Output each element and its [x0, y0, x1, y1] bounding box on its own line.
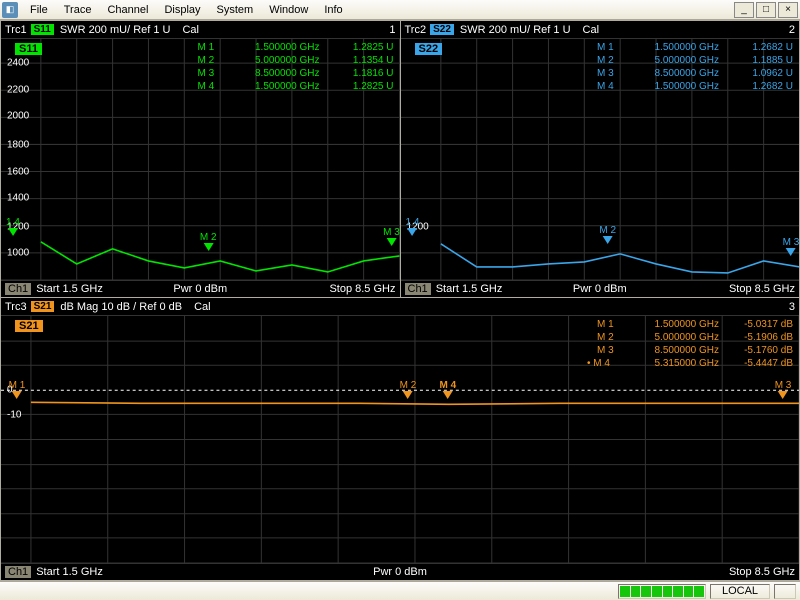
menu-trace[interactable]: Trace [56, 2, 100, 18]
marker-m2[interactable]: M 2 [599, 225, 616, 244]
s21-tag: S21 [31, 301, 55, 312]
panel1-marker-table: M 11.500000 GHz1.2825 U M 25.000000 GHz1… [198, 41, 394, 93]
panel3-marker-table: M 11.500000 GHz-5.0317 dB M 25.000000 GH… [587, 318, 793, 370]
minimize-button[interactable]: _ [734, 2, 754, 18]
menu-info[interactable]: Info [316, 2, 350, 18]
trace-panel-s22[interactable]: Trc2 S22 SWR 200 mU/ Ref 1 U Cal 2 S22 M… [401, 20, 800, 298]
ylabel: 2000 [7, 111, 29, 122]
panel3-footer: Ch1 Start 1.5 GHz Pwr 0 dBm Stop 8.5 GHz [1, 563, 799, 580]
panel3-num: 3 [789, 301, 795, 313]
panel2-marker-table: M 11.500000 GHz1.2682 U M 25.000000 GHz1… [597, 41, 793, 93]
progress-indicator [618, 584, 706, 599]
marker-m3[interactable]: M 3 [383, 227, 399, 246]
ch-badge: Ch1 [5, 566, 31, 578]
panel2-footer: Ch1 Start 1.5 GHz Pwr 0 dBm Stop 8.5 GHz [401, 280, 800, 297]
panel1-start: Start 1.5 GHz [36, 283, 103, 295]
menu-file[interactable]: File [22, 2, 56, 18]
status-bar: LOCAL [0, 581, 800, 600]
ylabel: 1400 [7, 193, 29, 204]
trace-panel-s11[interactable]: Trc1 S11 SWR 200 mU/ Ref 1 U Cal 1 S11 M… [0, 20, 401, 298]
app-icon: ◧ [2, 2, 18, 18]
maximize-button[interactable]: □ [756, 2, 776, 18]
ch-badge: Ch1 [5, 283, 31, 295]
s11-badge: S11 [15, 43, 42, 55]
panel1-cal: Cal [182, 24, 199, 36]
marker-m1-m4[interactable]: 1 4 [6, 217, 20, 236]
ylabel: 2400 [7, 58, 29, 69]
ch-badge: Ch1 [405, 283, 431, 295]
panel1-plot[interactable]: S11 M 11.500000 GHz1.2825 U M 25.000000 … [1, 39, 400, 280]
marker-m2[interactable]: M 2 [200, 232, 217, 251]
trace-panel-s21[interactable]: Trc3 S21 dB Mag 10 dB / Ref 0 dB Cal 3 S… [0, 298, 800, 581]
panel1-stop: Stop 8.5 GHz [329, 283, 395, 295]
panel3-cal: Cal [194, 301, 211, 313]
panel2-stop: Stop 8.5 GHz [729, 283, 795, 295]
trc2-label: Trc2 [405, 24, 427, 36]
panel2-format: SWR 200 mU/ Ref 1 U [460, 24, 571, 36]
ylabel: 1600 [7, 166, 29, 177]
s22-tag: S22 [430, 24, 454, 35]
panel3-format: dB Mag 10 dB / Ref 0 dB [60, 301, 182, 313]
marker-m4[interactable]: M 4 [440, 380, 457, 399]
panel2-header: Trc2 S22 SWR 200 mU/ Ref 1 U Cal 2 [401, 21, 800, 39]
ylabel: 2200 [7, 84, 29, 95]
panel3-start: Start 1.5 GHz [36, 566, 103, 578]
marker-m1[interactable]: M 1 [9, 380, 26, 399]
panel3-pwr: Pwr 0 dBm [373, 566, 427, 578]
panel2-pwr: Pwr 0 dBm [573, 283, 627, 295]
menu-channel[interactable]: Channel [99, 2, 156, 18]
ylabel: -10 [7, 409, 21, 420]
panel3-stop: Stop 8.5 GHz [729, 566, 795, 578]
panel1-footer: Ch1 Start 1.5 GHz Pwr 0 dBm Stop 8.5 GHz [1, 280, 400, 297]
marker-m2[interactable]: M 2 [400, 380, 417, 399]
panel1-num: 1 [389, 24, 395, 36]
s11-tag: S11 [31, 24, 54, 35]
panel1-pwr: Pwr 0 dBm [173, 283, 227, 295]
ylabel: 1800 [7, 140, 29, 151]
panel3-plot[interactable]: S21 M 11.500000 GHz-5.0317 dB M 25.00000… [1, 316, 799, 563]
s22-badge: S22 [415, 43, 443, 55]
trc1-label: Trc1 [5, 24, 27, 36]
local-indicator: LOCAL [710, 584, 770, 599]
marker-m3[interactable]: M 3 [775, 380, 792, 399]
close-button[interactable]: × [778, 2, 798, 18]
ylabel: 1000 [7, 248, 29, 259]
panel2-start: Start 1.5 GHz [436, 283, 503, 295]
menu-window[interactable]: Window [261, 2, 316, 18]
panel1-header: Trc1 S11 SWR 200 mU/ Ref 1 U Cal 1 [1, 21, 400, 39]
menu-display[interactable]: Display [156, 2, 208, 18]
panel2-plot[interactable]: S22 M 11.500000 GHz1.2682 U M 25.000000 … [401, 39, 800, 280]
s21-badge: S21 [15, 320, 43, 332]
panel2-num: 2 [789, 24, 795, 36]
status-empty [774, 584, 796, 599]
panel3-header: Trc3 S21 dB Mag 10 dB / Ref 0 dB Cal 3 [1, 298, 799, 316]
panel2-cal: Cal [583, 24, 600, 36]
trc3-label: Trc3 [5, 301, 27, 313]
menu-system[interactable]: System [209, 2, 262, 18]
panel1-format: SWR 200 mU/ Ref 1 U [60, 24, 171, 36]
menu-bar: ◧ File Trace Channel Display System Wind… [0, 0, 800, 20]
marker-m1-m4[interactable]: 1 4 [406, 217, 420, 236]
marker-m3[interactable]: M 3 [783, 237, 799, 256]
